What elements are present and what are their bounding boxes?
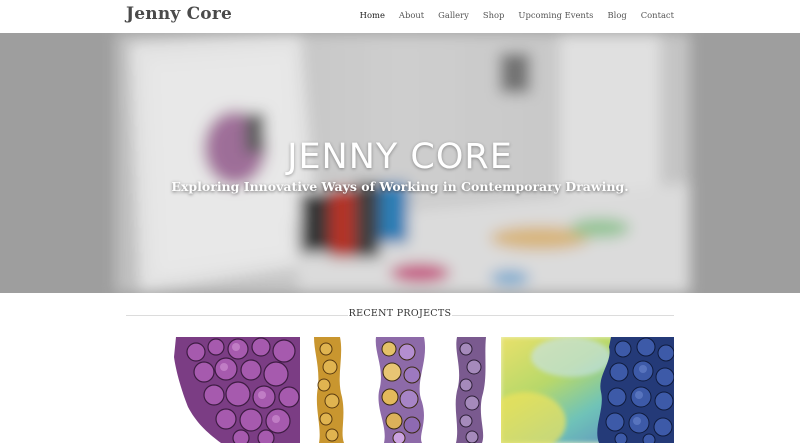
nav-item-about[interactable]: About: [399, 10, 424, 20]
recent-projects-heading: RECENT PROJECTS: [348, 308, 452, 319]
hero-title: JENNY CORE: [287, 137, 513, 177]
project-thumb-purple-cellular-drawing[interactable]: [126, 337, 300, 443]
recent-projects-heading-row: RECENT PROJECTS: [126, 308, 674, 322]
nav-item-gallery[interactable]: Gallery: [438, 10, 469, 20]
main-nav: Home About Gallery Shop Upcoming Events …: [346, 10, 674, 20]
site-logo[interactable]: Jenny Core: [126, 4, 232, 24]
recent-projects-grid: [126, 337, 674, 443]
project-thumb-watercolor-blue-cells[interactable]: [501, 337, 674, 443]
nav-item-shop[interactable]: Shop: [483, 10, 505, 20]
nav-item-contact[interactable]: Contact: [641, 10, 674, 20]
hero-banner: JENNY CORE Exploring Innovative Ways of …: [0, 33, 800, 293]
project-thumb-yellow-purple-cell-strips[interactable]: [314, 337, 488, 443]
nav-item-blog[interactable]: Blog: [607, 10, 626, 20]
nav-item-upcoming-events[interactable]: Upcoming Events: [518, 10, 593, 20]
site-header: Jenny Core Home About Gallery Shop Upcom…: [0, 0, 800, 33]
nav-item-home[interactable]: Home: [360, 10, 385, 20]
divider-right: [452, 315, 674, 316]
hero-subtitle: Exploring Innovative Ways of Working in …: [171, 179, 629, 194]
